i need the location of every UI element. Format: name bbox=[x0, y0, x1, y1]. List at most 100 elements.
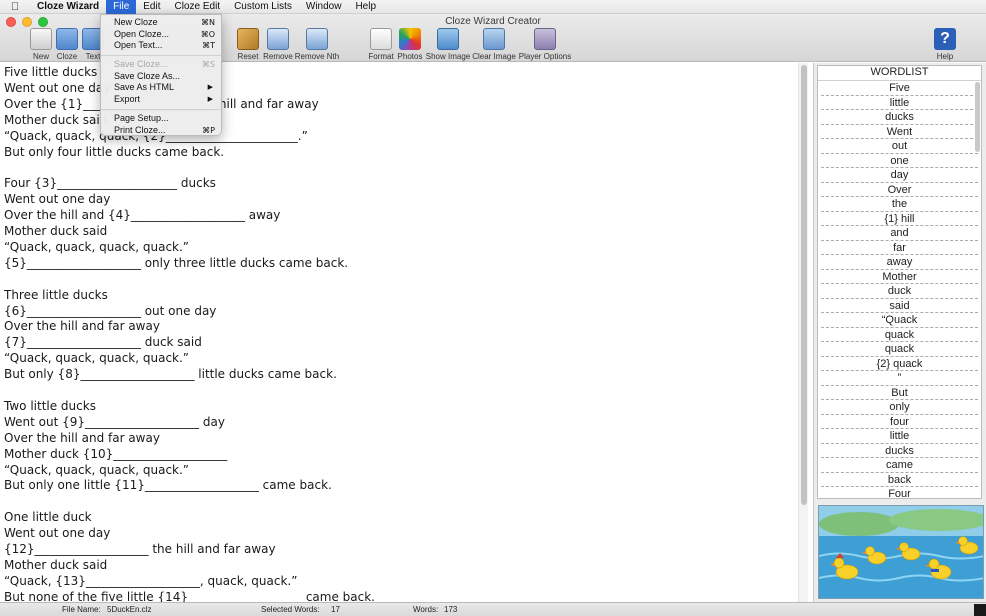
menu-item-print-cloze[interactable]: Print Cloze... ⌘P bbox=[101, 125, 221, 137]
open-text-label: Open Text... bbox=[114, 40, 163, 51]
editor-line: Mother duck {10}___________________ bbox=[4, 446, 228, 461]
wordlist-item[interactable]: But bbox=[821, 386, 978, 400]
wordlist-item[interactable]: day bbox=[821, 168, 978, 183]
wordlist-item[interactable]: little bbox=[821, 429, 978, 444]
editor-scrollbar[interactable] bbox=[798, 63, 808, 602]
file-name-label: File Name: bbox=[62, 605, 101, 614]
print-cloze-label: Print Cloze... bbox=[114, 124, 166, 135]
print-cloze-shortcut: ⌘P bbox=[202, 125, 215, 135]
wordlist-item[interactable]: Over bbox=[821, 183, 978, 197]
menu-item-new-cloze[interactable]: New Cloze ⌘N bbox=[101, 17, 221, 29]
wordlist-item[interactable]: “Quack bbox=[821, 313, 978, 328]
status-bar: File Name: 5DuckEn.clz Selected Words: 1… bbox=[0, 602, 986, 616]
wordlist-item[interactable]: four bbox=[821, 415, 978, 429]
wordlist-item[interactable]: ducks bbox=[821, 444, 978, 458]
menu-custom-lists[interactable]: Custom Lists bbox=[227, 0, 299, 14]
menu-help[interactable]: Help bbox=[348, 0, 383, 14]
file-menu-dropdown: New Cloze ⌘N Open Cloze... ⌘O Open Text.… bbox=[100, 14, 222, 136]
menu-item-export[interactable]: Export ▶ bbox=[101, 94, 221, 106]
wordlist-item[interactable]: Four bbox=[821, 487, 978, 498]
wordlist-item[interactable]: only bbox=[821, 400, 978, 415]
new-cloze-shortcut: ⌘N bbox=[201, 18, 215, 27]
menu-item-save-as-html[interactable]: Save As HTML ▶ bbox=[101, 82, 221, 94]
menu-separator bbox=[101, 108, 221, 110]
wordlist-item[interactable]: away bbox=[821, 255, 978, 270]
wordlist-item[interactable]: said bbox=[821, 299, 978, 313]
wordlist-item[interactable]: duck bbox=[821, 284, 978, 299]
menu-window[interactable]: Window bbox=[299, 0, 349, 14]
wordlist-scrollbar[interactable] bbox=[975, 82, 980, 152]
cloze-text-editor[interactable]: Five little ducks Went out one day Over th… bbox=[0, 63, 798, 602]
editor-line: But only one little {11}________________… bbox=[4, 478, 332, 493]
remove-nth-label: Remove Nth bbox=[294, 52, 340, 61]
editor-line: Five little ducks bbox=[4, 65, 98, 79]
editor-line: Four {3}____________________ ducks bbox=[4, 176, 216, 191]
resize-handle[interactable] bbox=[974, 604, 986, 616]
editor-line: Over the hill and {4}___________________… bbox=[4, 208, 281, 223]
help-label: Help bbox=[936, 52, 954, 61]
editor-line: Over the hill and far away bbox=[4, 319, 160, 334]
wordlist-panel[interactable]: WORDLIST Five little ducks Went out one day Ove… bbox=[817, 65, 982, 499]
editor-line: But only {8}___________________ little d… bbox=[4, 367, 337, 382]
editor-line: Mother duck said bbox=[4, 224, 108, 238]
export-label: Export bbox=[114, 94, 141, 105]
new-cloze-label: New Cloze bbox=[114, 17, 158, 27]
editor-line: {6}___________________ out one day bbox=[4, 303, 217, 318]
wordlist-item[interactable]: Five bbox=[821, 81, 978, 96]
wordlist-item[interactable]: one bbox=[821, 154, 978, 168]
wordlist-item[interactable]: far bbox=[821, 241, 978, 255]
menu-cloze-edit[interactable]: Cloze Edit bbox=[168, 0, 228, 14]
open-cloze-shortcut: ⌘O bbox=[200, 29, 215, 39]
clear-image-button[interactable]: Clear Image bbox=[466, 28, 522, 61]
wordlist-item[interactable]: and bbox=[821, 226, 978, 241]
remove-icon bbox=[267, 28, 289, 50]
editor-line: “Quack, {13}___________________, quack, … bbox=[4, 573, 298, 588]
file-name-value: 5DuckEn.clz bbox=[107, 605, 152, 614]
wordlist-item[interactable]: quack bbox=[821, 342, 978, 357]
remove-nth-icon bbox=[306, 28, 328, 50]
player-options-button[interactable]: Player Options bbox=[516, 28, 574, 61]
help-button[interactable]: ? Help bbox=[917, 28, 973, 61]
wordlist-item[interactable]: {2} quack bbox=[821, 357, 978, 371]
menu-item-save-cloze: Save Cloze... ⌘S bbox=[101, 59, 221, 71]
save-as-html-label: Save As HTML bbox=[114, 82, 175, 93]
editor-line: Mother duck said bbox=[4, 112, 108, 127]
wordlist-item[interactable]: little bbox=[821, 96, 978, 110]
editor-line: Went out one day bbox=[4, 526, 111, 541]
wordlist-item[interactable]: Mother bbox=[821, 270, 978, 284]
editor-line: “Quack, quack, quack, quack.” bbox=[4, 351, 190, 366]
editor-scroll-thumb[interactable] bbox=[801, 65, 807, 505]
menu-item-save-cloze-as[interactable]: Save Cloze As... bbox=[101, 71, 221, 83]
wordlist-item[interactable]: the bbox=[821, 197, 978, 212]
menu-item-open-text[interactable]: Open Text... ⌘T bbox=[101, 40, 221, 52]
apple-icon[interactable]:  bbox=[0, 1, 30, 13]
menu-item-page-setup[interactable]: Page Setup... bbox=[101, 113, 221, 125]
wordlist-item[interactable]: quack bbox=[821, 328, 978, 342]
open-text-shortcut: ⌘T bbox=[202, 41, 215, 51]
clear-image-icon bbox=[483, 28, 505, 50]
selected-words-value: 17 bbox=[331, 605, 340, 614]
wordlist-item[interactable]: Went bbox=[821, 125, 978, 139]
wordlist-item[interactable]: ducks bbox=[821, 110, 978, 125]
help-icon: ? bbox=[934, 28, 956, 50]
wordlist-item[interactable]: back bbox=[821, 473, 978, 487]
save-cloze-as-label: Save Cloze As... bbox=[114, 70, 181, 81]
clear-image-label: Clear Image bbox=[472, 52, 516, 61]
wordlist-item[interactable]: out bbox=[821, 139, 978, 154]
editor-line: {5}___________________ only three little… bbox=[4, 255, 349, 270]
editor-line: But only four little ducks came back. bbox=[4, 144, 225, 159]
menu-edit[interactable]: Edit bbox=[136, 0, 167, 14]
side-panel: WORDLIST Five little ducks Went out one day Ove… bbox=[813, 63, 986, 602]
photos-icon bbox=[399, 28, 421, 50]
menu-bar:  Cloze Wizard File Edit Cloze Edit Cust… bbox=[0, 0, 986, 14]
wordlist-item[interactable]: came bbox=[821, 458, 978, 473]
menu-app[interactable]: Cloze Wizard bbox=[30, 0, 106, 14]
menu-separator bbox=[101, 55, 221, 57]
menu-item-open-cloze[interactable]: Open Cloze... ⌘O bbox=[101, 29, 221, 41]
ducks-illustration bbox=[819, 506, 983, 598]
wordlist-item[interactable]: ” bbox=[821, 371, 978, 386]
menu-file[interactable]: File bbox=[106, 0, 137, 14]
editor-line: Over the hill and far away bbox=[4, 430, 160, 445]
remove-nth-button[interactable]: Remove Nth bbox=[289, 28, 345, 61]
wordlist-item[interactable]: {1} hill bbox=[821, 212, 978, 226]
